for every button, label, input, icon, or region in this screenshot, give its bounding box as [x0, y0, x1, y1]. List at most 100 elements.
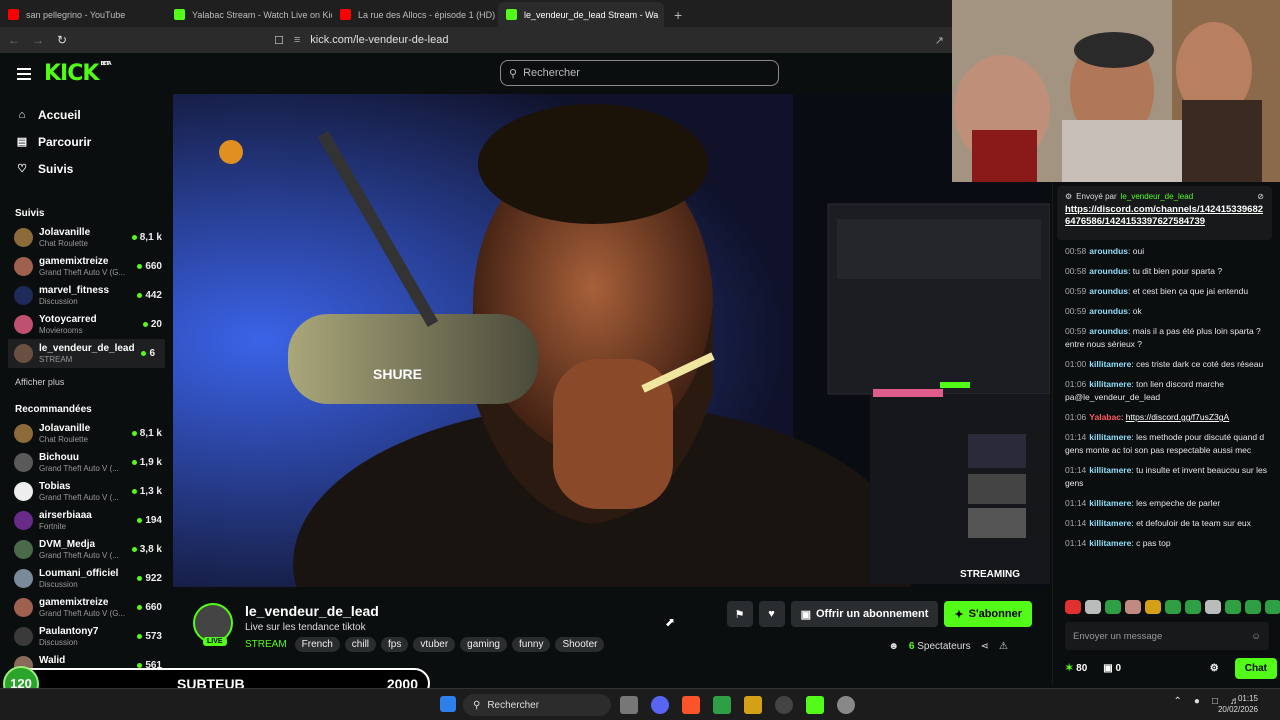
site-info-icon[interactable]: ≡ — [294, 34, 300, 46]
emote-icon[interactable] — [1105, 600, 1121, 614]
chevron-up-icon[interactable]: ⌃ — [1174, 696, 1182, 707]
message-user[interactable]: killitamere — [1089, 518, 1131, 528]
channel-name[interactable]: le_vendeur_de_lead — [245, 603, 379, 619]
message-text[interactable]: https://discord.gg/f7usZ3gA — [1126, 412, 1229, 422]
emote-icon[interactable] — [1245, 600, 1261, 614]
emote-icon[interactable] — [1145, 600, 1161, 614]
sidebar-channel[interactable]: Bichouu Grand Theft Auto V (... 1,9 k — [0, 448, 172, 477]
notification-bell-button[interactable]: ⚑ — [726, 601, 753, 627]
windows-start-icon[interactable] — [440, 696, 456, 712]
sidebar-nav-accueil[interactable]: ⌂ Accueil — [0, 101, 172, 128]
message-user[interactable]: killitamere — [1089, 432, 1131, 442]
tag-chip[interactable]: vtuber — [413, 637, 456, 652]
new-tab-icon[interactable]: + — [664, 2, 692, 27]
obs-icon[interactable] — [775, 696, 793, 714]
settings-app-icon[interactable] — [837, 696, 855, 714]
message-user[interactable]: aroundus — [1089, 246, 1128, 256]
sidebar-channel[interactable]: Loumani_officiel Discussion 922 — [0, 564, 172, 593]
emote-bar — [1065, 600, 1280, 614]
sidebar-channel[interactable]: Jolavanille Chat Roulette 8,1 k — [0, 223, 172, 252]
drops-counter[interactable]: ▣ 0 — [1103, 663, 1121, 674]
emote-icon[interactable] — [1085, 600, 1101, 614]
browser-tab[interactable]: Yalabac Stream - Watch Live on Kick — [166, 2, 332, 27]
chat-message: 00:59 aroundus: ok — [1065, 306, 1142, 316]
sidebar-channel[interactable]: Tobias Grand Theft Auto V (... 1,3 k — [0, 477, 172, 506]
emote-icon[interactable] — [1225, 600, 1241, 614]
sidebar-nav-suivis[interactable]: ♡ Suivis — [0, 155, 172, 182]
kick-logo[interactable]: KICK BETA — [44, 61, 112, 86]
report-icon[interactable]: ⚠ — [999, 641, 1008, 652]
message-user[interactable]: killitamere — [1089, 379, 1131, 389]
pinned-link[interactable]: https://discord.com/channels/14241533968… — [1065, 204, 1264, 228]
tag-chip[interactable]: Shooter — [555, 637, 605, 652]
settings-icon[interactable]: ⚙ — [1210, 663, 1219, 674]
emote-icon[interactable] — [1125, 600, 1141, 614]
tag-chip[interactable]: funny — [511, 637, 551, 652]
tag-chip[interactable]: chill — [344, 637, 377, 652]
pinned-user[interactable]: le_vendeur_de_lead — [1121, 192, 1194, 201]
sidebar-channel[interactable]: DVM_Medja Grand Theft Auto V (... 3,8 k — [0, 535, 172, 564]
message-user[interactable]: killitamere — [1089, 498, 1131, 508]
video-player[interactable]: SHURE STREAMING — [173, 94, 1050, 587]
chat-send-button[interactable]: Chat — [1234, 658, 1277, 679]
sidebar-channel[interactable]: gamemixtreize Grand Theft Auto V (G... 660 — [0, 252, 172, 281]
message-user[interactable]: killitamere — [1089, 538, 1131, 548]
stack-app-icon[interactable] — [744, 696, 762, 714]
brave-icon[interactable] — [682, 696, 700, 714]
avatar — [14, 627, 33, 646]
tag-chip[interactable]: gaming — [460, 637, 507, 652]
nav-label: Accueil — [38, 107, 81, 122]
browser-tab[interactable]: La rue des Allocs - épisode 1 (HD) - Y — [332, 2, 498, 27]
show-more-link[interactable]: Afficher plus — [0, 370, 172, 394]
spreadsheet-icon[interactable] — [713, 696, 731, 714]
subscribe-button[interactable]: ✦ S'abonner — [944, 601, 1032, 627]
share-icon[interactable]: ⋖ — [981, 641, 989, 652]
clock[interactable]: 01:15 20/02/2026 — [1218, 693, 1258, 715]
message-user[interactable]: Yalabac — [1089, 412, 1121, 422]
emote-icon[interactable] — [1265, 600, 1280, 614]
hide-pin-icon[interactable]: ⊘ — [1257, 192, 1264, 201]
bookmark-icon[interactable]: ☐ — [274, 34, 284, 47]
message-user[interactable]: aroundus — [1089, 326, 1128, 336]
share-icon[interactable]: ↗ — [935, 34, 944, 47]
sidebar-channel[interactable]: gamemixtreize Grand Theft Auto V (G... 660 — [0, 593, 172, 622]
message-user[interactable]: aroundus — [1089, 306, 1128, 316]
tag-chip[interactable]: fps — [381, 637, 409, 652]
task-view-icon[interactable] — [620, 696, 638, 714]
message-user[interactable]: aroundus — [1089, 286, 1128, 296]
channel-points[interactable]: ✶ 80 — [1065, 663, 1087, 674]
emote-icon[interactable] — [1065, 600, 1081, 614]
discord-icon[interactable] — [651, 696, 669, 714]
microphone-icon[interactable]: ● — [1194, 696, 1200, 707]
browser-tab[interactable]: san pellegrino - YouTube — [0, 2, 166, 27]
follow-button[interactable]: ♥ — [758, 601, 785, 627]
sidebar-channel[interactable]: Paulantony7 Discussion 573 — [0, 622, 172, 651]
message-user[interactable]: killitamere — [1089, 465, 1131, 475]
message-user[interactable]: aroundus — [1089, 266, 1128, 276]
sidebar-channel[interactable]: marvel_fitness Discussion 442 — [0, 281, 172, 310]
gift-subscription-button[interactable]: ▣ Offrir un abonnement — [790, 601, 939, 627]
tag-chip[interactable]: French — [294, 637, 340, 652]
browser-tab[interactable]: le_vendeur_de_lead Stream - Wa✕ — [498, 2, 664, 27]
chat-input[interactable]: Envoyer un message ☺ — [1065, 622, 1269, 650]
sidebar-channel[interactable]: le_vendeur_de_lead STREAM 6 — [8, 339, 165, 368]
sidebar-channel[interactable]: airserbiaaa Fortnite 194 — [0, 506, 172, 535]
back-icon[interactable]: ← — [4, 33, 24, 47]
taskbar-search[interactable]: ⚲ Rechercher — [463, 694, 611, 716]
message-user[interactable]: killitamere — [1089, 359, 1131, 369]
emoji-icon[interactable]: ☺ — [1251, 631, 1261, 642]
url-text[interactable]: kick.com/le-vendeur-de-lead — [310, 34, 448, 46]
sidebar-nav-parcourir[interactable]: ▤ Parcourir — [0, 128, 172, 155]
reload-icon[interactable]: ↻ — [52, 33, 72, 47]
category-link[interactable]: STREAM — [245, 639, 287, 650]
search-input[interactable]: ⚲ Rechercher — [500, 60, 779, 86]
kick-app-icon[interactable] — [806, 696, 824, 714]
menu-icon[interactable] — [17, 67, 31, 80]
tab-title: Yalabac Stream - Watch Live on Kick — [192, 9, 332, 20]
emote-icon[interactable] — [1185, 600, 1201, 614]
emote-icon[interactable] — [1165, 600, 1181, 614]
forward-icon[interactable]: → — [28, 33, 48, 47]
sidebar-channel[interactable]: Jolavanille Chat Roulette 8,1 k — [0, 419, 172, 448]
sidebar-channel[interactable]: Yotoycarred Movierooms 20 — [0, 310, 172, 339]
emote-icon[interactable] — [1205, 600, 1221, 614]
